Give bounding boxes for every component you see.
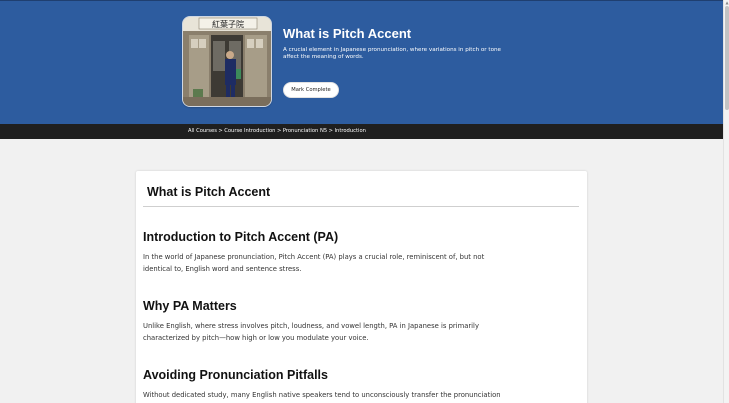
breadcrumb-separator: > bbox=[276, 128, 282, 134]
breadcrumb-current: Introduction bbox=[334, 128, 366, 134]
section-text-why-pa: Unlike English, where stress involves pi… bbox=[143, 322, 479, 342]
title-divider bbox=[143, 206, 579, 207]
image-sign-text: 紅葉子院 bbox=[212, 19, 244, 29]
breadcrumb-separator: > bbox=[328, 128, 334, 134]
section-heading-intro: Introduction to Pitch Accent (PA) bbox=[143, 230, 339, 244]
section-text-intro: In the world of Japanese pronunciation, … bbox=[143, 253, 485, 273]
lesson-thumbnail-image: 紅葉子院 bbox=[183, 17, 271, 106]
page-scrollbar[interactable]: ▲ bbox=[723, 0, 729, 403]
breadcrumb-all-courses[interactable]: All Courses bbox=[188, 128, 217, 134]
breadcrumb: All Courses > Course Introduction > Pronunci… bbox=[188, 128, 366, 134]
lesson-description: A crucial element in Japanese pronunciat… bbox=[283, 47, 501, 60]
breadcrumb-separator: > bbox=[218, 128, 223, 134]
breadcrumb-bar: All Courses > Course Introduction > Pronunci… bbox=[0, 124, 723, 139]
lesson-content-card: What is Pitch Accent Introduction to Pit… bbox=[136, 171, 587, 403]
breadcrumb-course-introduction[interactable]: Course Introduction bbox=[224, 128, 275, 134]
hero-top-border bbox=[0, 0, 723, 1]
section-heading-pitfalls: Avoiding Pronunciation Pitfalls bbox=[143, 368, 328, 382]
article-title: What is Pitch Accent bbox=[147, 185, 271, 199]
mark-complete-button[interactable]: Mark Complete bbox=[283, 82, 339, 98]
scrollbar-thumb[interactable] bbox=[725, 6, 729, 110]
lesson-title: What is Pitch Accent bbox=[283, 26, 412, 41]
section-text-pitfalls: Without dedicated study, many English na… bbox=[143, 391, 501, 399]
section-heading-why-pa: Why PA Matters bbox=[143, 299, 237, 313]
breadcrumb-pronunciation-n5[interactable]: Pronunciation N5 bbox=[283, 128, 327, 134]
lesson-hero: 紅葉子院 What is Pitch Accent A crucial elem… bbox=[0, 0, 723, 124]
scroll-up-arrow-icon[interactable]: ▲ bbox=[724, 0, 729, 5]
